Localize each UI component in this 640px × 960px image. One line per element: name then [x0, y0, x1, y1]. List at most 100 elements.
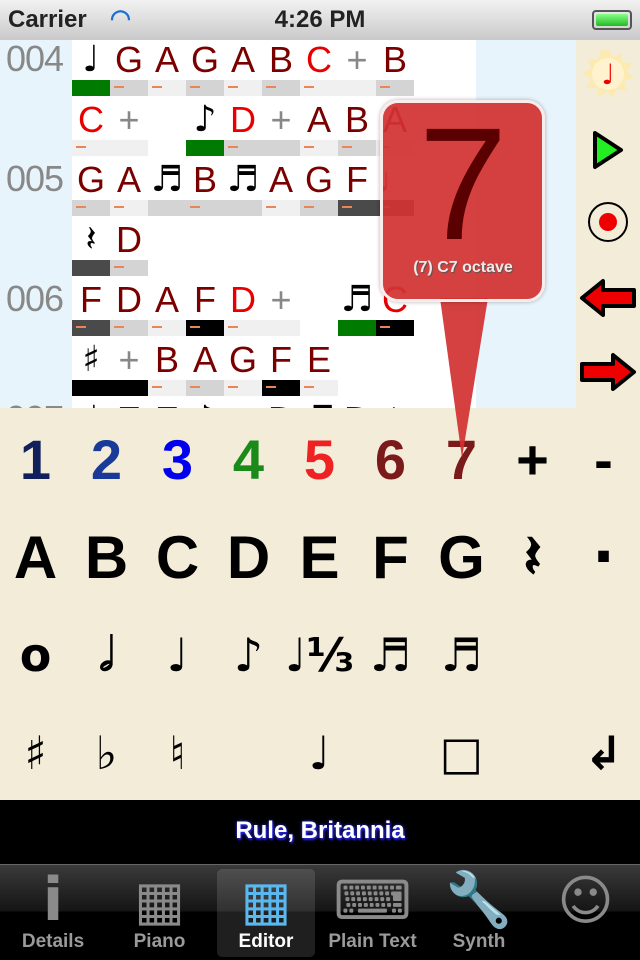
note-cell[interactable] — [224, 396, 262, 408]
note-cell[interactable]: B — [262, 40, 300, 96]
note-glyph: + — [270, 279, 292, 320]
note-cell[interactable]: ♯ — [72, 336, 110, 396]
key-0-3[interactable]: 4 — [213, 410, 284, 508]
note-cell[interactable]: A — [300, 96, 338, 156]
play-button[interactable] — [576, 120, 640, 180]
key-1-5[interactable]: F — [355, 508, 426, 606]
key-0-1[interactable]: 2 — [71, 410, 142, 508]
move-right-button[interactable] — [576, 342, 640, 402]
note-cell[interactable]: 𝄽 — [72, 216, 110, 276]
note-cell[interactable]: + — [110, 96, 148, 156]
key-2-1[interactable]: 𝅗𝅥 — [71, 606, 142, 704]
key-0-4[interactable]: 5 — [284, 410, 355, 508]
key-2-6[interactable]: ♬ — [426, 606, 497, 704]
key-3-2[interactable]: ♮ — [142, 704, 213, 802]
note-cell[interactable]: G — [224, 336, 262, 396]
key-0-8[interactable]: - — [568, 410, 639, 508]
key-2-4[interactable]: ♩⅓ — [284, 606, 355, 704]
note-cell[interactable]: A — [148, 276, 186, 336]
key-3-4[interactable]: ♩ — [284, 704, 355, 802]
key-0-6[interactable]: 7 — [426, 410, 497, 508]
note-cell[interactable]: B — [186, 156, 224, 216]
note-cell[interactable]: ♪ — [186, 96, 224, 156]
note-cell[interactable]: G — [186, 40, 224, 96]
key-0-0[interactable]: 1 — [0, 410, 71, 508]
key-1-6[interactable]: G — [426, 508, 497, 606]
note-cell[interactable]: + — [262, 276, 300, 336]
note-cell[interactable]: ♩ — [72, 40, 110, 96]
key-3-0[interactable]: ♯ — [0, 704, 71, 802]
note-cell[interactable]: D — [224, 276, 262, 336]
note-cell[interactable]: G — [110, 40, 148, 96]
duration-bar — [110, 320, 148, 336]
key-2-2[interactable]: ♩ — [142, 606, 213, 704]
note-cell[interactable]: + — [262, 96, 300, 156]
key-3-6[interactable]: □ — [426, 704, 497, 802]
note-cell[interactable]: D — [110, 216, 148, 276]
note-cell[interactable]: ♬ — [148, 156, 186, 216]
key-1-8[interactable]: · — [568, 508, 639, 606]
note-cell[interactable]: D — [262, 396, 300, 409]
key-1-2[interactable]: C — [142, 508, 213, 606]
note-cell[interactable]: ♪ — [186, 396, 224, 409]
duration-bar — [148, 200, 186, 216]
tab-face[interactable]: ☺ — [537, 869, 635, 957]
key-3-1[interactable]: ♭ — [71, 704, 142, 802]
key-1-0[interactable]: A — [0, 508, 71, 606]
note-sun-icon[interactable]: ♩ — [576, 44, 640, 104]
note-cell[interactable]: 𝄽 — [376, 396, 414, 409]
key-1-1[interactable]: B — [71, 508, 142, 606]
note-cell[interactable]: G — [72, 156, 110, 216]
note-cell[interactable]: ♩ — [72, 396, 110, 409]
key-0-7[interactable]: + — [497, 410, 568, 508]
note-cell[interactable]: F — [186, 276, 224, 336]
note-cell[interactable]: B — [338, 96, 376, 156]
note-cell[interactable]: D — [110, 276, 148, 336]
note-cell[interactable]: G — [300, 156, 338, 216]
note-cell[interactable]: A — [110, 156, 148, 216]
note-cell[interactable]: F — [72, 276, 110, 336]
key-1-3[interactable]: D — [213, 508, 284, 606]
note-cell[interactable] — [300, 276, 338, 336]
record-button[interactable] — [576, 192, 640, 252]
key-2-0[interactable]: o — [0, 606, 71, 704]
move-left-button[interactable] — [576, 268, 640, 328]
key-3-8[interactable]: ↲ — [568, 704, 639, 802]
note-cell[interactable]: E — [300, 336, 338, 396]
note-cell[interactable]: D — [224, 96, 262, 156]
key-0-5[interactable]: 6 — [355, 410, 426, 508]
note-cell[interactable]: ♬ — [300, 396, 338, 409]
key-1-4[interactable]: E — [284, 508, 355, 606]
note-cell[interactable]: A — [224, 40, 262, 96]
note-glyph: F — [80, 279, 102, 320]
note-cell[interactable]: E — [110, 396, 148, 409]
note-cell[interactable] — [148, 96, 186, 156]
duration-bar — [262, 140, 300, 156]
duration-bar — [148, 320, 186, 336]
tab-editor[interactable]: ▦ Editor — [217, 869, 315, 957]
note-cell[interactable]: ♬ — [224, 156, 262, 216]
tab-piano[interactable]: ▦ Piano — [111, 869, 209, 957]
tab-plain-text[interactable]: ⌨ Plain Text — [324, 869, 422, 957]
note-cell[interactable]: + — [110, 336, 148, 396]
note-cell[interactable]: C — [72, 96, 110, 156]
key-0-2[interactable]: 3 — [142, 410, 213, 508]
note-cell[interactable]: B — [376, 40, 414, 96]
note-cell[interactable]: ♬ — [338, 276, 376, 336]
key-2-5[interactable]: ♬ — [355, 606, 426, 704]
key-1-7[interactable]: 𝄽 — [497, 508, 568, 606]
note-cell[interactable]: A — [262, 156, 300, 216]
note-cell[interactable]: + — [338, 40, 376, 96]
key-2-3[interactable]: ♪ — [213, 606, 284, 704]
tab-synth[interactable]: 🔧 Synth — [430, 868, 528, 957]
note-cell[interactable]: B — [148, 336, 186, 396]
note-cell[interactable]: A — [186, 336, 224, 396]
note-cell[interactable]: F — [262, 336, 300, 396]
tab-details[interactable]: i Details — [4, 865, 102, 957]
note-cell[interactable]: E — [148, 396, 186, 409]
note-cell[interactable]: D — [338, 396, 376, 409]
note-cell[interactable]: C — [300, 40, 338, 96]
note-cell[interactable]: F — [338, 156, 376, 216]
note-cell[interactable]: A — [148, 40, 186, 96]
note-glyph: E — [148, 400, 186, 409]
